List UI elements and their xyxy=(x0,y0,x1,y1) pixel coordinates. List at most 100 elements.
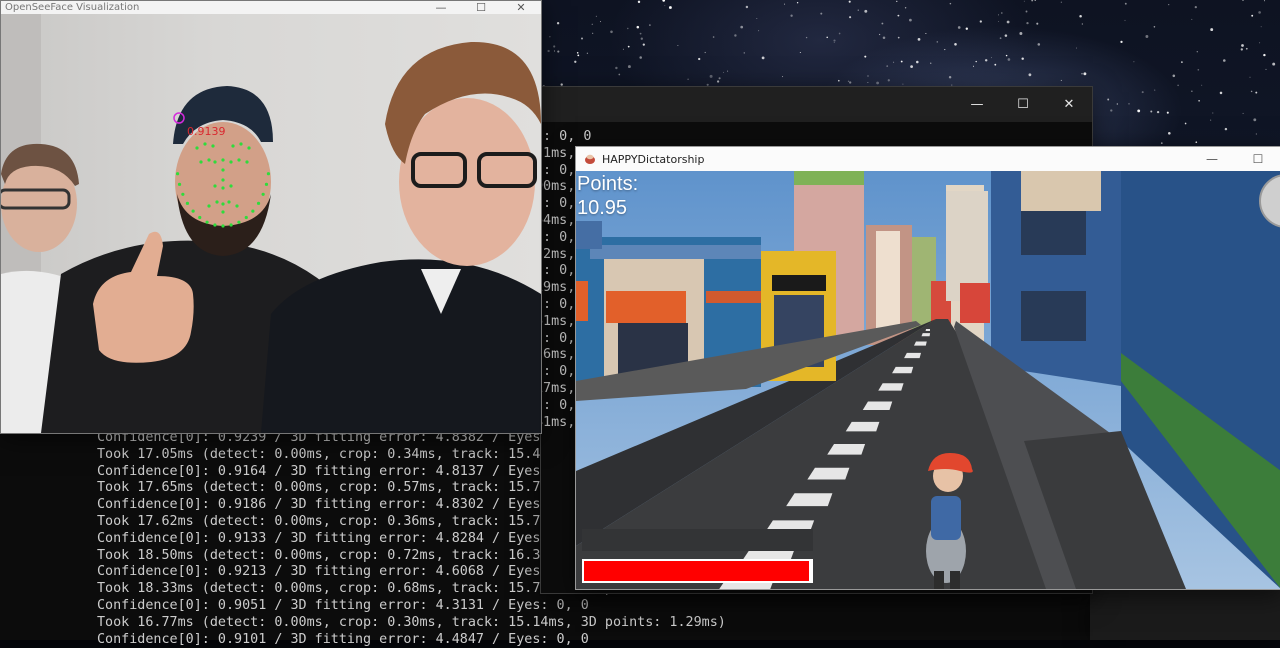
star xyxy=(627,65,631,69)
star xyxy=(677,45,679,47)
star xyxy=(886,65,889,67)
star xyxy=(1201,84,1203,86)
star xyxy=(1212,112,1214,114)
star xyxy=(796,2,799,4)
star xyxy=(896,0,898,2)
game-titlebar[interactable]: HAPPYDictatorship — ☐ xyxy=(576,147,1280,171)
maximize-button[interactable]: ☐ xyxy=(461,1,501,14)
openseeface-titlebar[interactable]: OpenSeeFace Visualization — ☐ ✕ xyxy=(1,1,541,14)
star xyxy=(1153,26,1156,28)
star xyxy=(1195,141,1198,144)
star xyxy=(1004,34,1008,37)
star xyxy=(975,60,977,63)
face-landmark-point xyxy=(261,192,265,196)
face-landmark-point xyxy=(237,220,241,224)
road-dash xyxy=(878,383,904,391)
star xyxy=(948,76,952,79)
maximize-button[interactable]: ☐ xyxy=(1000,87,1046,122)
star xyxy=(639,56,642,59)
openseeface-window[interactable]: OpenSeeFace Visualization — ☐ ✕ 0.9139 xyxy=(0,0,542,434)
star xyxy=(1037,43,1041,46)
star xyxy=(662,0,666,2)
game-window[interactable]: HAPPYDictatorship — ☐ Points: 10.95 xyxy=(575,146,1280,590)
star xyxy=(1219,91,1223,95)
star xyxy=(838,79,840,82)
star xyxy=(1156,110,1160,114)
face-landmark-point xyxy=(221,178,225,182)
star xyxy=(867,75,869,77)
star xyxy=(954,43,957,46)
star xyxy=(642,43,645,46)
star xyxy=(1124,2,1127,5)
star xyxy=(1154,89,1156,91)
star xyxy=(904,7,907,9)
star xyxy=(857,9,859,11)
terminal-line: Took 16.77ms (detect: 0.00ms, crop: 0.30… xyxy=(97,614,726,630)
star xyxy=(1263,53,1266,57)
star xyxy=(984,59,988,62)
stamina-bar-background xyxy=(582,529,813,551)
star xyxy=(1166,111,1169,114)
close-button[interactable]: ✕ xyxy=(501,1,541,14)
face-landmark-point xyxy=(235,204,239,208)
star xyxy=(668,6,672,9)
face-landmark-point xyxy=(221,224,225,228)
star xyxy=(1081,23,1083,25)
webcam-feed: 0.9139 xyxy=(1,14,541,433)
star xyxy=(574,60,577,63)
star xyxy=(848,0,851,3)
star xyxy=(1124,19,1126,22)
face-landmark-point xyxy=(229,160,233,164)
star xyxy=(547,49,550,53)
star xyxy=(553,45,556,48)
star xyxy=(1021,57,1024,60)
face-landmark-point xyxy=(231,144,235,148)
star xyxy=(718,77,721,80)
maximize-button[interactable]: ☐ xyxy=(1235,147,1280,171)
star xyxy=(1210,119,1212,121)
face-landmark-point xyxy=(185,201,190,205)
star xyxy=(1259,42,1261,44)
terminal-strip xyxy=(1090,588,1280,640)
star xyxy=(1075,47,1077,49)
star xyxy=(592,32,594,34)
star xyxy=(743,52,746,54)
star xyxy=(784,3,786,5)
face-landmark-point xyxy=(213,160,217,164)
star xyxy=(1036,22,1039,25)
star xyxy=(965,27,968,30)
face-landmark-point xyxy=(207,204,211,208)
star xyxy=(639,32,642,35)
star xyxy=(727,70,729,72)
star xyxy=(1060,1,1062,3)
star xyxy=(1181,61,1183,63)
star xyxy=(1007,58,1011,61)
game-viewport[interactable]: Points: 10.95 xyxy=(576,171,1280,589)
points-value: 10.95 xyxy=(577,197,628,219)
star xyxy=(1251,14,1254,17)
star xyxy=(1081,73,1083,75)
face-landmark-point xyxy=(227,200,231,204)
face-landmark-point xyxy=(264,182,269,186)
star xyxy=(1242,0,1244,2)
face-landmark-point xyxy=(256,201,261,205)
terminal-line: Confidence[0]: 0.9051 / 3D fitting error… xyxy=(97,597,589,613)
minimize-button[interactable]: — xyxy=(421,1,461,14)
star xyxy=(1110,109,1113,112)
star xyxy=(1263,0,1266,2)
close-button[interactable]: ✕ xyxy=(1046,87,1092,122)
star xyxy=(1255,91,1258,94)
star xyxy=(998,14,999,16)
star xyxy=(916,60,919,64)
minimize-button[interactable]: — xyxy=(954,87,1000,122)
star xyxy=(1145,35,1149,38)
health-bar xyxy=(582,559,813,583)
road-dash xyxy=(913,341,927,346)
star xyxy=(1260,26,1262,28)
face-landmark-point xyxy=(221,168,225,172)
star xyxy=(576,52,579,54)
star xyxy=(1265,68,1267,70)
console-titlebar[interactable]: — ☐ ✕ xyxy=(541,87,1092,122)
star xyxy=(1116,103,1118,105)
minimize-button[interactable]: — xyxy=(1189,147,1235,171)
